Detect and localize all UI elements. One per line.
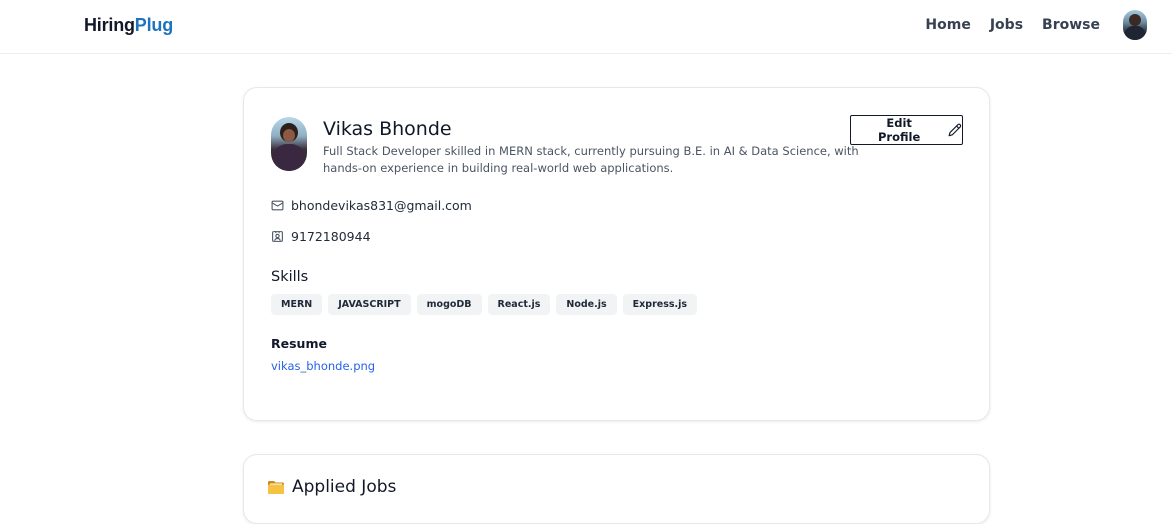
skill-badge: Express.js bbox=[622, 294, 698, 315]
pencil-icon bbox=[948, 123, 962, 137]
skills-heading: Skills bbox=[271, 269, 309, 285]
resume-heading: Resume bbox=[271, 336, 327, 351]
folder-icon bbox=[268, 481, 284, 494]
applied-jobs-heading: Applied Jobs bbox=[267, 477, 396, 497]
contact-email: bhondevikas831@gmail.com bbox=[291, 198, 472, 213]
nav-link-home[interactable]: Home bbox=[925, 17, 970, 33]
applied-jobs-title: Applied Jobs bbox=[292, 477, 397, 497]
skill-badge: React.js bbox=[487, 294, 551, 315]
skill-badge: MERN bbox=[271, 294, 323, 315]
avatar-body-shape bbox=[273, 144, 305, 171]
brand-logo[interactable]: HiringPlug bbox=[84, 15, 173, 36]
profile-avatar bbox=[271, 117, 307, 171]
skills-list: MERN JAVASCRIPT mogoDB React.js Node.js … bbox=[271, 294, 698, 315]
skill-badge: JAVASCRIPT bbox=[328, 294, 411, 315]
edit-profile-label: Edit Profile bbox=[878, 116, 921, 144]
contact-email-row: bhondevikas831@gmail.com bbox=[271, 198, 472, 213]
nav-link-jobs[interactable]: Jobs bbox=[990, 17, 1023, 33]
contact-card-icon bbox=[272, 231, 283, 242]
contact-phone: 9172180944 bbox=[291, 229, 371, 244]
contact-phone-row: 9172180944 bbox=[271, 229, 371, 244]
skill-badge: mogoDB bbox=[416, 294, 482, 315]
nav-user-avatar[interactable] bbox=[1123, 10, 1147, 40]
mail-icon bbox=[271, 200, 284, 211]
edit-profile-button[interactable]: Edit Profile bbox=[850, 115, 963, 145]
avatar-head-shape bbox=[1129, 14, 1141, 26]
brand-text-plug: Plug bbox=[134, 15, 173, 35]
skill-badge: Node.js bbox=[556, 294, 617, 315]
profile-card: Vikas Bhonde Full Stack Developer skille… bbox=[243, 87, 990, 421]
profile-name: Vikas Bhonde bbox=[323, 118, 452, 140]
nav-links: Home Jobs Browse bbox=[925, 17, 1100, 33]
applied-jobs-card: Applied Jobs bbox=[243, 454, 990, 524]
profile-bio: Full Stack Developer skilled in MERN sta… bbox=[323, 144, 859, 175]
resume-link[interactable]: vikas_bhonde.png bbox=[271, 359, 375, 373]
nav-link-browse[interactable]: Browse bbox=[1042, 17, 1100, 33]
avatar-face-shape bbox=[283, 129, 295, 142]
navbar: HiringPlug Home Jobs Browse bbox=[0, 0, 1172, 54]
avatar-body-shape bbox=[1125, 26, 1145, 40]
brand-text-hiring: Hiring bbox=[84, 15, 135, 35]
